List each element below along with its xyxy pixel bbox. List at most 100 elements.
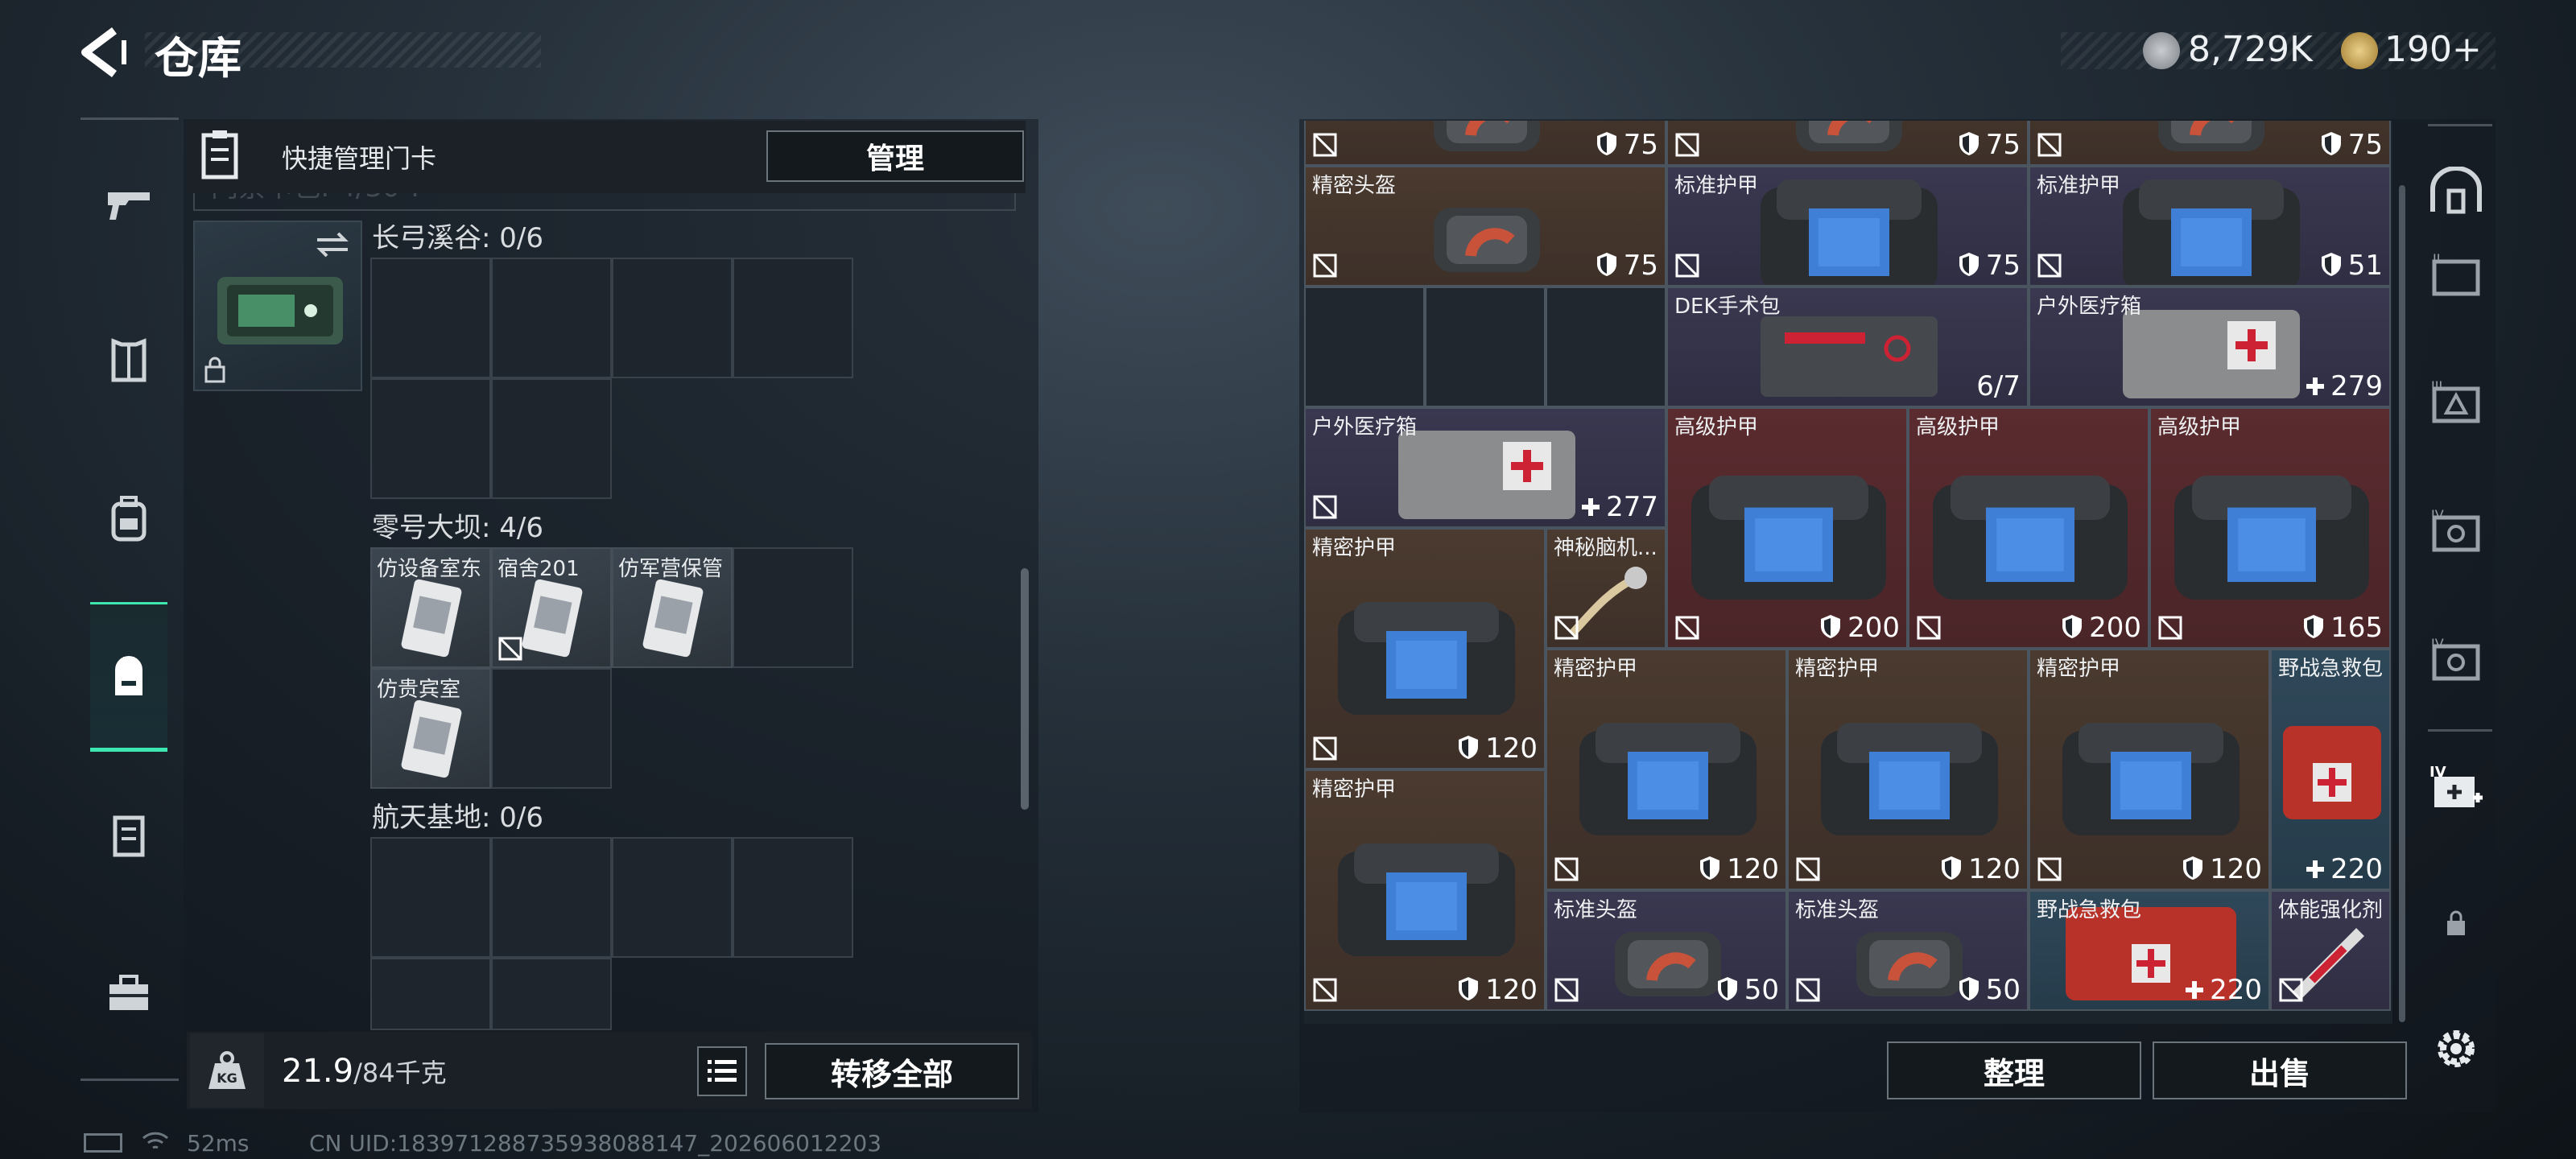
inventory-item[interactable]: 精密护甲 120 <box>1787 649 2029 890</box>
empty-slot[interactable] <box>1425 287 1546 407</box>
keycard-item[interactable]: 宿舍201 <box>491 547 612 668</box>
item-name: 高级护甲 <box>1916 415 2000 439</box>
keycard-slot[interactable] <box>491 668 612 789</box>
panel-divider <box>193 193 1016 211</box>
sell-button[interactable]: 出售 <box>2153 1041 2407 1099</box>
keycard-slot[interactable] <box>370 378 491 499</box>
back-icon[interactable] <box>74 24 130 80</box>
item-durability: 220 <box>2184 974 2262 1006</box>
inventory-item[interactable]: 精密护甲 120 <box>2029 649 2270 890</box>
nav-inventory-icon[interactable] <box>95 642 163 710</box>
item-name: 精密护甲 <box>2037 657 2121 681</box>
inventory-item[interactable]: 标准头盔 50 <box>1546 890 1787 1011</box>
nav-divider <box>2428 729 2492 732</box>
inventory-item[interactable]: 户外医疗箱 277 <box>1304 407 1666 528</box>
keycard-slot[interactable] <box>491 258 612 378</box>
manage-button[interactable]: 管理 <box>766 130 1024 182</box>
no-bind-icon <box>1554 857 1579 881</box>
stash-level-2-icon[interactable]: II <box>2423 243 2489 309</box>
stash-level-4b-icon[interactable]: IV <box>2423 628 2489 694</box>
inventory-item[interactable]: 体能强化剂 <box>2270 890 2391 1011</box>
sort-button[interactable]: 整理 <box>1887 1041 2141 1099</box>
inventory-item[interactable]: 野战急救包 220 <box>2029 890 2270 1011</box>
keycard-slot[interactable] <box>733 258 853 378</box>
inventory-item[interactable]: 精密头盔 75 <box>1304 166 1666 287</box>
inventory-item[interactable]: 神秘脑机... <box>1546 528 1666 649</box>
keycard-holder-slot[interactable] <box>193 221 362 391</box>
keycard-slot[interactable] <box>733 547 853 668</box>
nav-backpack-icon[interactable] <box>95 485 163 552</box>
nav-toolbox-icon[interactable] <box>95 959 163 1027</box>
inventory-item[interactable]: 精密护甲 120 <box>1304 769 1546 1011</box>
nav-divider <box>2428 124 2492 126</box>
keycard-slot[interactable] <box>370 958 491 1030</box>
no-bind-icon <box>2158 616 2182 640</box>
inventory-item[interactable]: 户外医疗箱 279 <box>2029 287 2391 407</box>
list-view-button[interactable] <box>697 1046 747 1096</box>
item-name: 标准头盔 <box>1554 898 1638 922</box>
inventory-item[interactable]: 75 <box>1304 121 1666 166</box>
stash-level-4-icon[interactable]: IV <box>2423 499 2489 565</box>
item-name: 精密护甲 <box>1795 657 1880 681</box>
inventory-item[interactable]: 精密护甲 120 <box>1546 649 1787 890</box>
inventory-item[interactable]: 75 <box>1666 121 2029 166</box>
armor-icon <box>1821 723 1998 835</box>
keycard-slot[interactable] <box>370 258 491 378</box>
inventory-item[interactable]: 标准头盔 50 <box>1787 890 2029 1011</box>
item-durability: 75 <box>1595 250 1658 282</box>
keycard-slot[interactable] <box>612 258 733 378</box>
no-bind-icon <box>498 637 522 661</box>
keycard-slot[interactable] <box>491 378 612 499</box>
item-name: 精密护甲 <box>1554 657 1638 681</box>
keycard-slot[interactable] <box>370 837 491 958</box>
transfer-all-button[interactable]: 转移全部 <box>765 1043 1019 1099</box>
keycard-slot[interactable] <box>733 837 853 958</box>
inventory-item[interactable]: 野战急救包 220 <box>2270 649 2391 890</box>
item-durability: 279 <box>2305 370 2383 402</box>
inventory-scrollbar[interactable] <box>2399 185 2405 1022</box>
keycard-holder-icon <box>217 277 343 344</box>
svg-text:IV: IV <box>2431 637 2444 651</box>
inventory-item[interactable]: 标准护甲 75 <box>1666 166 2029 287</box>
no-bind-icon <box>2037 857 2062 881</box>
settings-gear-icon[interactable] <box>2423 1016 2489 1082</box>
inventory-item[interactable]: 75 <box>2029 121 2391 166</box>
inventory-item[interactable]: 高级护甲 165 <box>2149 407 2391 649</box>
keycard-icon <box>642 579 704 658</box>
keycard-item[interactable]: 仿军营保管 <box>612 547 733 668</box>
item-durability: 200 <box>2060 612 2141 644</box>
kit-icon <box>1761 316 1938 397</box>
stash-level-3-icon[interactable]: III <box>2423 370 2489 436</box>
item-name: 标准护甲 <box>1674 174 1759 198</box>
inventory-item[interactable]: 高级护甲 200 <box>1908 407 2149 649</box>
helmet-icon <box>1796 121 1902 151</box>
empty-slot[interactable] <box>1546 287 1666 407</box>
no-bind-icon <box>2037 133 2062 157</box>
nav-armor-icon[interactable] <box>95 327 163 394</box>
battery-icon <box>84 1133 122 1153</box>
swap-icon[interactable] <box>314 230 351 259</box>
keycard-icon <box>522 579 583 658</box>
keycard-item[interactable]: 仿设备室东 <box>370 547 491 668</box>
no-bind-icon <box>1554 978 1579 1002</box>
nav-keycard-icon[interactable] <box>95 802 163 869</box>
nav-weapon-icon[interactable] <box>95 171 163 238</box>
inventory-item[interactable]: 精密护甲 120 <box>1304 528 1546 769</box>
keycard-slot[interactable] <box>491 958 612 1030</box>
page-title: 仓库 <box>155 33 242 84</box>
keycard-slot[interactable] <box>491 837 612 958</box>
inventory-item[interactable]: 高级护甲 200 <box>1666 407 1908 649</box>
keycard-scrollbar[interactable] <box>1021 568 1029 810</box>
empty-slot[interactable] <box>1304 287 1425 407</box>
stash-medical-icon[interactable]: IV <box>2423 758 2489 824</box>
inventory-item[interactable]: 标准护甲 51 <box>2029 166 2391 287</box>
inventory-item[interactable]: DEK手术包 6/7 <box>1666 287 2029 407</box>
item-durability: 75 <box>2319 129 2383 161</box>
item-durability: 6/7 <box>1976 370 2021 402</box>
inventory-grid: 75 75 75 精密头盔 75 标准护甲 75 标准护甲 51 DEK手术包 6/7 户外医疗箱 27… <box>1304 121 2392 1024</box>
keycard-item[interactable]: 仿贵宾室 <box>370 668 491 789</box>
safehouse-icon[interactable] <box>2423 158 2489 224</box>
item-durability: 50 <box>1715 974 1779 1006</box>
item-name: 野战急救包 <box>2037 898 2142 922</box>
keycard-slot[interactable] <box>612 837 733 958</box>
